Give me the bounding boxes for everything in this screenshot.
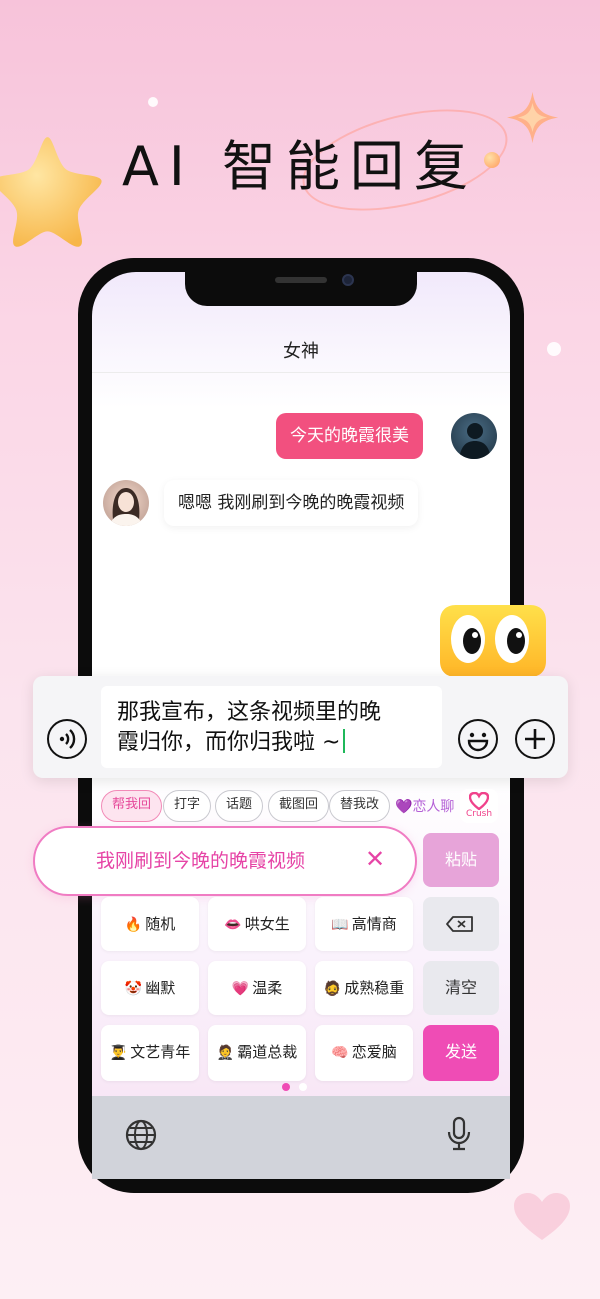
- header-divider: [92, 372, 510, 373]
- lips-icon: 👄: [224, 917, 242, 933]
- emoji-icon: [467, 732, 489, 752]
- text-caret: [343, 729, 346, 753]
- lover-chat-link[interactable]: 💜恋人聊: [395, 796, 454, 816]
- tab-typing[interactable]: 打字: [163, 790, 212, 822]
- voice-icon: [59, 729, 76, 749]
- style-key-label: 霸道总裁: [237, 1043, 298, 1061]
- clear-button[interactable]: 清空: [423, 961, 499, 1015]
- add-button[interactable]: [515, 719, 555, 759]
- chat-title: 女神: [283, 341, 319, 362]
- message-bubble-received: 嗯嗯 我刚刷到今晚的晚霞视频: [164, 480, 419, 526]
- tuxedo-man-icon: 🤵: [216, 1045, 235, 1061]
- close-icon[interactable]: ✕: [365, 845, 385, 873]
- person-portrait-icon: [109, 488, 143, 526]
- avatar-contact[interactable]: [103, 480, 149, 526]
- message-bubble-sent: 今天的晚霞很美: [276, 413, 423, 459]
- page-dot[interactable]: [299, 1083, 307, 1091]
- phone-camera: [342, 274, 354, 286]
- style-key-label: 成熟稳重: [344, 979, 405, 997]
- book-icon: 📖: [331, 917, 349, 933]
- style-key-random[interactable]: 🔥 随机: [101, 897, 199, 951]
- heart-icon: [469, 792, 489, 810]
- microphone-icon[interactable]: [446, 1116, 472, 1152]
- globe-icon[interactable]: [124, 1118, 158, 1152]
- tab-rewrite[interactable]: 替我改: [329, 790, 391, 822]
- paste-button[interactable]: 粘贴: [423, 833, 499, 887]
- style-key-label: 哄女生: [244, 915, 290, 933]
- input-text-line-1: 那我宣布，这条视频里的晚: [117, 700, 382, 725]
- input-text-line-2-content: 霞归你，而你归我啦 ~: [117, 730, 341, 755]
- tab-topic[interactable]: 话题: [215, 790, 264, 822]
- style-key-love-brain[interactable]: 🧠 恋爱脑: [315, 1025, 413, 1081]
- graduate-icon: 👨‍🎓: [109, 1045, 128, 1061]
- clown-icon: 🤡: [124, 981, 143, 997]
- crush-logo[interactable]: Crush: [460, 789, 498, 823]
- tab-help-reply[interactable]: 帮我回: [101, 790, 163, 822]
- lover-chat-label: 恋人聊: [412, 799, 455, 815]
- style-key-mature[interactable]: 🧔 成熟稳重: [315, 961, 413, 1015]
- input-text-line-2: 霞归你，而你归我啦 ~: [117, 728, 428, 758]
- tab-screenshot-reply[interactable]: 截图回: [268, 790, 330, 822]
- style-key-label: 恋爱脑: [351, 1043, 397, 1061]
- quoted-message-text: 我刚刷到今晚的晚霞视频: [96, 850, 306, 872]
- phone-speaker: [275, 277, 327, 283]
- style-key-label: 温柔: [252, 979, 283, 997]
- style-key-label: 随机: [145, 915, 176, 933]
- sparkle-dot: [547, 342, 561, 356]
- backspace-icon: [446, 916, 473, 932]
- style-key-ceo[interactable]: 🤵 霸道总裁: [208, 1025, 306, 1081]
- backspace-button[interactable]: [423, 897, 499, 951]
- style-key-label: 幽默: [145, 979, 176, 997]
- page-dot-active[interactable]: [282, 1083, 290, 1091]
- voice-button[interactable]: [47, 719, 87, 759]
- style-key-high-eq[interactable]: 📖 高情商: [315, 897, 413, 951]
- style-key-humor[interactable]: 🤡 幽默: [101, 961, 199, 1015]
- style-key-gentle[interactable]: 💗 温柔: [208, 961, 306, 1015]
- plus-icon: [525, 729, 545, 749]
- headline: AI 智能回复: [121, 135, 479, 198]
- fire-icon: 🔥: [124, 917, 143, 933]
- style-key-label: 高情商: [351, 915, 397, 933]
- pink-heart-icon: 💗: [231, 981, 250, 997]
- send-button[interactable]: 发送: [423, 1025, 499, 1081]
- person-silhouette-icon: [459, 423, 491, 459]
- heart-icon: 💜: [395, 799, 413, 815]
- crush-label: Crush: [465, 809, 493, 819]
- message-input-field[interactable]: 那我宣布，这条视频里的晚 霞归你，而你归我啦 ~: [101, 686, 442, 768]
- heart-icon: [514, 1193, 570, 1240]
- style-key-literary[interactable]: 👨‍🎓 文艺青年: [101, 1025, 199, 1081]
- emoji-button[interactable]: [458, 719, 498, 759]
- avatar-self[interactable]: [451, 413, 497, 459]
- bearded-face-icon: 🧔: [323, 981, 342, 997]
- brain-icon: 🧠: [331, 1045, 349, 1061]
- style-key-coax-girl[interactable]: 👄 哄女生: [208, 897, 306, 951]
- style-key-label: 文艺青年: [130, 1043, 191, 1061]
- sparkle-dot: [148, 97, 158, 107]
